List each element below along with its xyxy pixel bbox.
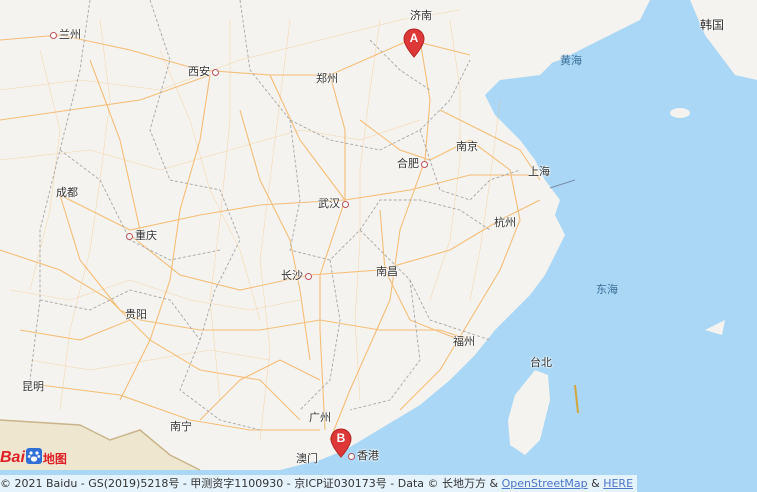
- map-base-layer: [0, 0, 757, 492]
- city-wuhan[interactable]: 武汉: [318, 195, 349, 211]
- city-dot-icon: [212, 68, 219, 76]
- paw-icon: [25, 448, 42, 468]
- city-nanchang[interactable]: 南昌: [376, 263, 398, 279]
- city-guangzhou[interactable]: 广州: [309, 409, 331, 425]
- marker-a-label: A: [409, 31, 419, 45]
- city-nanjing[interactable]: 南京: [456, 138, 478, 154]
- city-jinan[interactable]: 济南: [410, 7, 432, 23]
- logo-text-bai: Bai: [0, 449, 25, 466]
- city-hongkong[interactable]: 香港: [348, 447, 379, 463]
- city-dot-icon: [421, 160, 428, 168]
- east-sea-label: 东海: [596, 283, 618, 296]
- copyright-text: © 2021 Baidu - GS(2019)5218号 - 甲测资字11009…: [0, 477, 502, 490]
- city-chengdu[interactable]: 成都: [56, 184, 78, 200]
- copyright-bar: © 2021 Baidu - GS(2019)5218号 - 甲测资字11009…: [0, 475, 638, 492]
- logo-text-ditu: 地图: [42, 451, 67, 466]
- city-kunming[interactable]: 昆明: [22, 378, 44, 394]
- openstreetmap-link[interactable]: OpenStreetMap: [502, 477, 588, 490]
- city-xian[interactable]: 西安: [188, 63, 219, 79]
- amp-text: &: [587, 477, 604, 490]
- here-link[interactable]: HERE: [603, 477, 633, 490]
- city-guiyang[interactable]: 贵阳: [125, 306, 147, 322]
- city-dot-icon: [305, 272, 312, 280]
- city-macau[interactable]: 澳门: [296, 450, 318, 466]
- city-lanzhou[interactable]: 兰州: [50, 26, 81, 42]
- city-dot-icon: [50, 31, 57, 39]
- city-fuzhou[interactable]: 福州: [453, 333, 475, 349]
- city-nanning[interactable]: 南宁: [170, 418, 192, 434]
- korea-label: 韩国: [700, 18, 725, 32]
- baidu-map-logo[interactable]: Bai 地图: [0, 446, 67, 470]
- marker-a[interactable]: A: [403, 28, 425, 58]
- map-canvas[interactable]: 黄海 东海 韩国 兰州 西安 郑州 济南 合肥 南京 上海 杭州 成都 武汉 重…: [0, 0, 757, 492]
- city-shanghai[interactable]: 上海: [528, 163, 550, 179]
- city-hefei[interactable]: 合肥: [397, 155, 428, 171]
- city-dot-icon: [126, 232, 133, 240]
- marker-b[interactable]: B: [330, 428, 352, 458]
- marker-b-label: B: [336, 431, 346, 445]
- city-chongqing[interactable]: 重庆: [126, 227, 157, 243]
- city-zhengzhou[interactable]: 郑州: [316, 70, 338, 86]
- yellow-sea-label: 黄海: [560, 54, 582, 67]
- city-dot-icon: [342, 200, 349, 208]
- city-hangzhou[interactable]: 杭州: [494, 214, 516, 230]
- city-taipei[interactable]: 台北: [530, 354, 552, 370]
- city-changsha[interactable]: 长沙: [281, 267, 312, 283]
